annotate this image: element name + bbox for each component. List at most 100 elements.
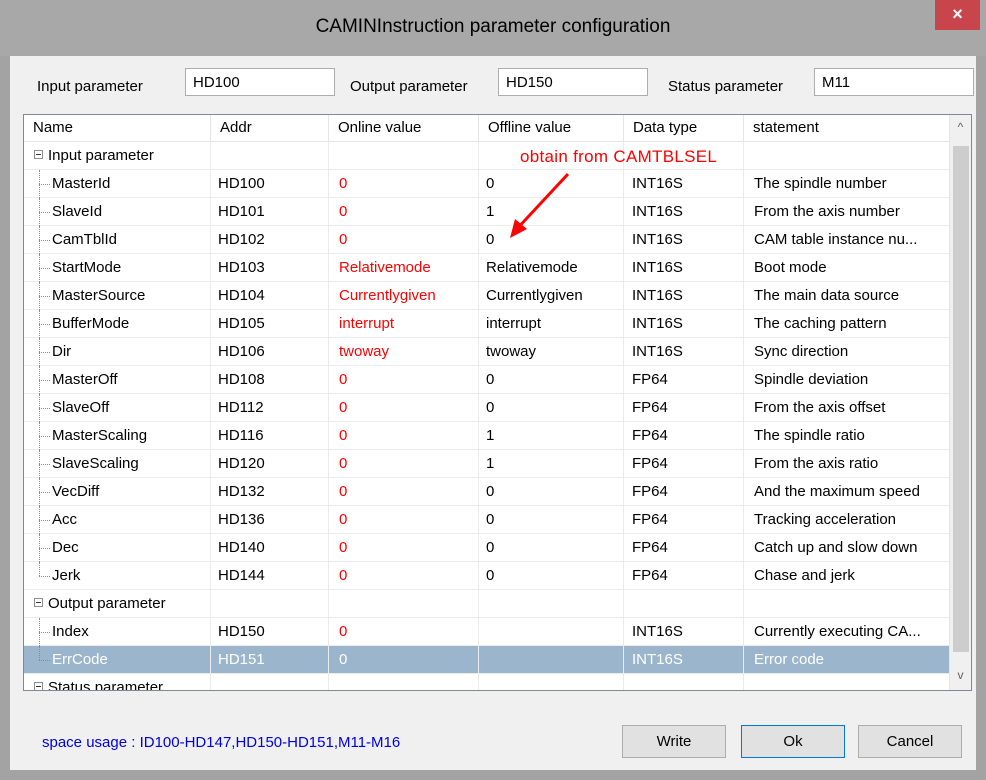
column-header-name[interactable]: Name <box>24 115 211 142</box>
data-type-cell: FP64 <box>624 478 744 506</box>
param-name: Dec <box>52 539 79 556</box>
scroll-up-icon[interactable]: ^ <box>950 120 971 134</box>
statement-cell: Sync direction <box>754 343 849 360</box>
close-icon[interactable]: × <box>952 4 963 24</box>
online-value-cell[interactable]: 0 <box>329 366 479 394</box>
write-button[interactable]: Write <box>622 725 726 758</box>
group-row-output[interactable]: Output parameter <box>24 590 950 618</box>
online-value-cell[interactable]: 0 <box>329 618 479 646</box>
cancel-button[interactable]: Cancel <box>858 725 962 758</box>
addr-cell: HD105 <box>211 310 329 338</box>
online-value-cell[interactable]: 0 <box>329 506 479 534</box>
title-bar[interactable]: CAMINInstruction parameter configuration… <box>0 0 986 56</box>
offline-value-cell[interactable]: 0 <box>479 478 624 506</box>
table-row[interactable]: SlaveOff HD112 0 0 FP64 From the axis offset <box>24 394 950 422</box>
data-type-cell: INT16S <box>624 310 744 338</box>
offline-value-cell[interactable]: Currentlygiven <box>479 282 624 310</box>
online-value-cell[interactable]: interrupt <box>329 310 479 338</box>
offline-value-cell[interactable] <box>479 618 624 646</box>
name-cell: MasterSource <box>24 282 211 310</box>
scroll-down-icon[interactable]: v <box>950 668 971 682</box>
offline-value-cell[interactable]: 1 <box>479 422 624 450</box>
table-row[interactable]: SlaveScaling HD120 0 1 FP64 From the axis rat… <box>24 450 950 478</box>
table-row[interactable]: Dir HD106 twoway twoway INT16S Sync direction <box>24 338 950 366</box>
offline-value-cell[interactable] <box>479 646 624 674</box>
group-name-cell: Output parameter <box>24 590 211 618</box>
param-name: ErrCode <box>52 651 108 668</box>
offline-value-cell[interactable]: 0 <box>479 366 624 394</box>
collapse-icon[interactable] <box>34 682 43 690</box>
addr-cell: HD103 <box>211 254 329 282</box>
addr-cell: HD120 <box>211 450 329 478</box>
online-value-cell[interactable]: 0 <box>329 422 479 450</box>
table-row[interactable]: MasterScaling HD116 0 1 FP64 The spindle rati… <box>24 422 950 450</box>
param-name: MasterId <box>52 175 111 192</box>
online-value-cell[interactable]: 0 <box>329 226 479 254</box>
offline-value-cell[interactable]: twoway <box>479 338 624 366</box>
online-value-cell[interactable]: 0 <box>329 534 479 562</box>
scrollbar-thumb[interactable] <box>953 146 969 652</box>
vertical-scrollbar[interactable]: ^ v <box>949 115 971 690</box>
table-row[interactable]: MasterSource HD104 Currentlygiven Currently… <box>24 282 950 310</box>
offline-value-cell[interactable]: 0 <box>479 534 624 562</box>
offline-value-cell[interactable]: 0 <box>479 394 624 422</box>
online-value-cell[interactable]: 0 <box>329 198 479 226</box>
statement-cell: The caching pattern <box>754 315 887 332</box>
table-row[interactable]: BufferMode HD105 interrupt interrupt INT16S T… <box>24 310 950 338</box>
column-header-offline-value[interactable]: Offline value <box>479 115 624 142</box>
table-row[interactable]: CamTblId HD102 0 0 INT16S CAM table instance … <box>24 226 950 254</box>
online-value-cell[interactable]: 0 <box>329 394 479 422</box>
online-value-cell[interactable]: 0 <box>329 646 479 674</box>
online-value-cell[interactable]: 0 <box>329 562 479 590</box>
table-row[interactable]: SlaveId HD101 0 1 INT16S From the axis number <box>24 198 950 226</box>
online-value-cell[interactable]: 0 <box>329 450 479 478</box>
tree-line <box>39 408 50 409</box>
column-header-online-value[interactable]: Online value <box>329 115 479 142</box>
table-row[interactable]: ErrCode HD151 0 INT16S Error code <box>24 646 950 674</box>
table-row[interactable]: Index HD150 0 INT16S Currently executing CA.… <box>24 618 950 646</box>
empty-cell <box>211 590 329 618</box>
ok-button[interactable]: Ok <box>741 725 845 758</box>
empty-cell <box>329 674 479 690</box>
offline-value-cell[interactable]: 0 <box>479 506 624 534</box>
table-row[interactable]: Jerk HD144 0 0 FP64 Chase and jerk <box>24 562 950 590</box>
online-value-cell[interactable]: 0 <box>329 478 479 506</box>
collapse-icon[interactable] <box>34 150 43 159</box>
online-value-cell[interactable]: Currentlygiven <box>329 282 479 310</box>
offline-value-cell[interactable]: Relativemode <box>479 254 624 282</box>
table-row[interactable]: MasterOff HD108 0 0 FP64 Spindle deviation <box>24 366 950 394</box>
table-row[interactable]: MasterId HD100 0 0 INT16S The spindle number <box>24 170 950 198</box>
offline-value-cell[interactable]: interrupt <box>479 310 624 338</box>
column-header-statement[interactable]: statement <box>744 115 950 142</box>
table-row[interactable]: StartMode HD103 Relativemode Relativemode IN… <box>24 254 950 282</box>
table-row[interactable]: Acc HD136 0 0 FP64 Tracking acceleration <box>24 506 950 534</box>
addr-cell: HD112 <box>211 394 329 422</box>
output-parameter-field[interactable]: HD150 <box>498 68 648 96</box>
close-button[interactable]: × <box>935 0 980 30</box>
statement-cell: Catch up and slow down <box>754 539 918 556</box>
name-cell: SlaveScaling <box>24 450 211 478</box>
addr-cell: HD144 <box>211 562 329 590</box>
tree-line <box>39 548 50 549</box>
status-parameter-field[interactable]: M11 <box>814 68 974 96</box>
online-value-cell[interactable]: twoway <box>329 338 479 366</box>
tree-line <box>39 520 50 521</box>
offline-value-cell[interactable]: 1 <box>479 450 624 478</box>
name-cell: Dec <box>24 534 211 562</box>
parameter-grid[interactable]: Name Addr Online value Offline value Dat… <box>23 114 972 691</box>
collapse-icon[interactable] <box>34 598 43 607</box>
group-row-status[interactable]: Status parameter <box>24 674 950 690</box>
name-cell: ErrCode <box>24 646 211 674</box>
online-value-cell[interactable]: Relativemode <box>329 254 479 282</box>
column-header-data-type[interactable]: Data type <box>624 115 744 142</box>
online-value-cell[interactable]: 0 <box>329 170 479 198</box>
offline-value-cell[interactable]: 0 <box>479 562 624 590</box>
data-type-cell: FP64 <box>624 366 744 394</box>
statement-cell: Tracking acceleration <box>754 511 897 528</box>
table-row[interactable]: Dec HD140 0 0 FP64 Catch up and slow down <box>24 534 950 562</box>
table-row[interactable]: VecDiff HD132 0 0 FP64 And the maximum speed <box>24 478 950 506</box>
input-parameter-field[interactable]: HD100 <box>185 68 335 96</box>
addr-cell: HD102 <box>211 226 329 254</box>
column-header-addr[interactable]: Addr <box>211 115 329 142</box>
group-row-input[interactable]: Input parameter <box>24 142 950 170</box>
